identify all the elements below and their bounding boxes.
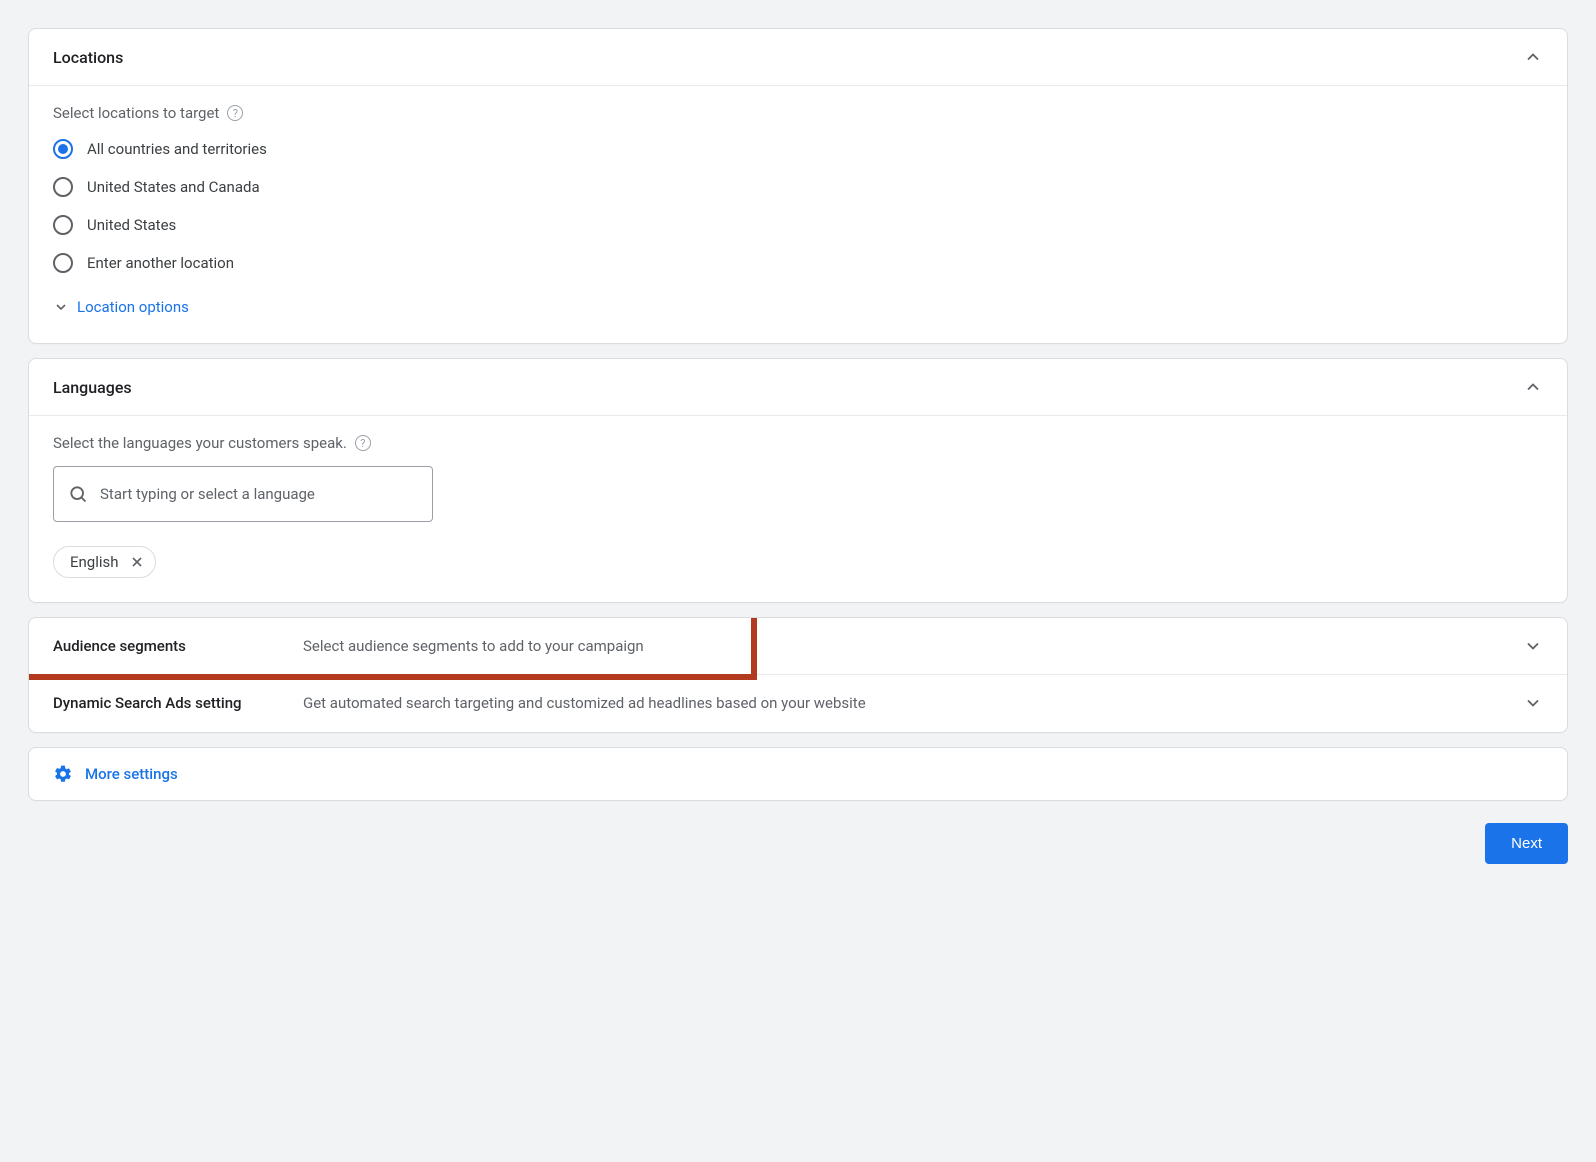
gear-icon [53, 764, 73, 784]
radio-icon [53, 215, 73, 235]
radio-label: All countries and territories [87, 140, 267, 158]
chevron-up-icon [1523, 377, 1543, 397]
radio-label: Enter another location [87, 254, 234, 272]
more-settings-card: More settings [28, 747, 1568, 801]
locations-body: Select locations to target ? All countri… [29, 85, 1567, 343]
help-icon[interactable]: ? [227, 105, 243, 121]
location-option-us[interactable]: United States [53, 212, 1543, 238]
next-button[interactable]: Next [1485, 823, 1568, 864]
collapsed-sections-card: Audience segments Select audience segmen… [28, 617, 1568, 733]
languages-header[interactable]: Languages [29, 359, 1567, 415]
chevron-down-icon [53, 299, 69, 315]
location-options-label: Location options [77, 298, 189, 316]
location-option-us-ca[interactable]: United States and Canada [53, 174, 1543, 200]
radio-icon [53, 253, 73, 273]
locations-subtitle: Select locations to target [53, 104, 219, 122]
languages-card: Languages Select the languages your cust… [28, 358, 1568, 603]
chevron-down-icon [1523, 693, 1543, 713]
chevron-up-icon [1523, 47, 1543, 67]
chevron-down-icon [1523, 636, 1543, 656]
close-icon[interactable] [129, 554, 145, 570]
languages-title: Languages [53, 378, 293, 397]
chip-label: English [70, 553, 119, 571]
language-search-input[interactable]: Start typing or select a language [53, 466, 433, 522]
language-chip-english: English [53, 546, 156, 578]
audience-title: Audience segments [53, 636, 303, 656]
location-option-all[interactable]: All countries and territories [53, 136, 1543, 162]
location-option-other[interactable]: Enter another location [53, 250, 1543, 276]
more-settings-button[interactable]: More settings [53, 764, 178, 784]
more-settings-label: More settings [85, 765, 178, 783]
language-search-placeholder: Start typing or select a language [100, 485, 315, 503]
location-options-link[interactable]: Location options [53, 294, 189, 316]
search-icon [68, 484, 88, 504]
dsa-title: Dynamic Search Ads setting [53, 693, 303, 713]
help-icon[interactable]: ? [355, 435, 371, 451]
radio-icon [53, 177, 73, 197]
locations-header[interactable]: Locations [29, 29, 1567, 85]
locations-title: Locations [53, 48, 293, 67]
locations-radio-group: All countries and territories United Sta… [53, 136, 1543, 276]
languages-subtitle: Select the languages your customers spea… [53, 434, 347, 452]
audience-segments-row[interactable]: Audience segments Select audience segmen… [29, 618, 1567, 674]
dsa-desc: Get automated search targeting and custo… [303, 694, 1523, 712]
radio-icon [53, 139, 73, 159]
dynamic-search-ads-row[interactable]: Dynamic Search Ads setting Get automated… [29, 675, 1567, 731]
languages-body: Select the languages your customers spea… [29, 415, 1567, 602]
audience-desc: Select audience segments to add to your … [303, 637, 1523, 655]
radio-label: United States and Canada [87, 178, 260, 196]
locations-card: Locations Select locations to target ? A… [28, 28, 1568, 344]
radio-label: United States [87, 216, 176, 234]
